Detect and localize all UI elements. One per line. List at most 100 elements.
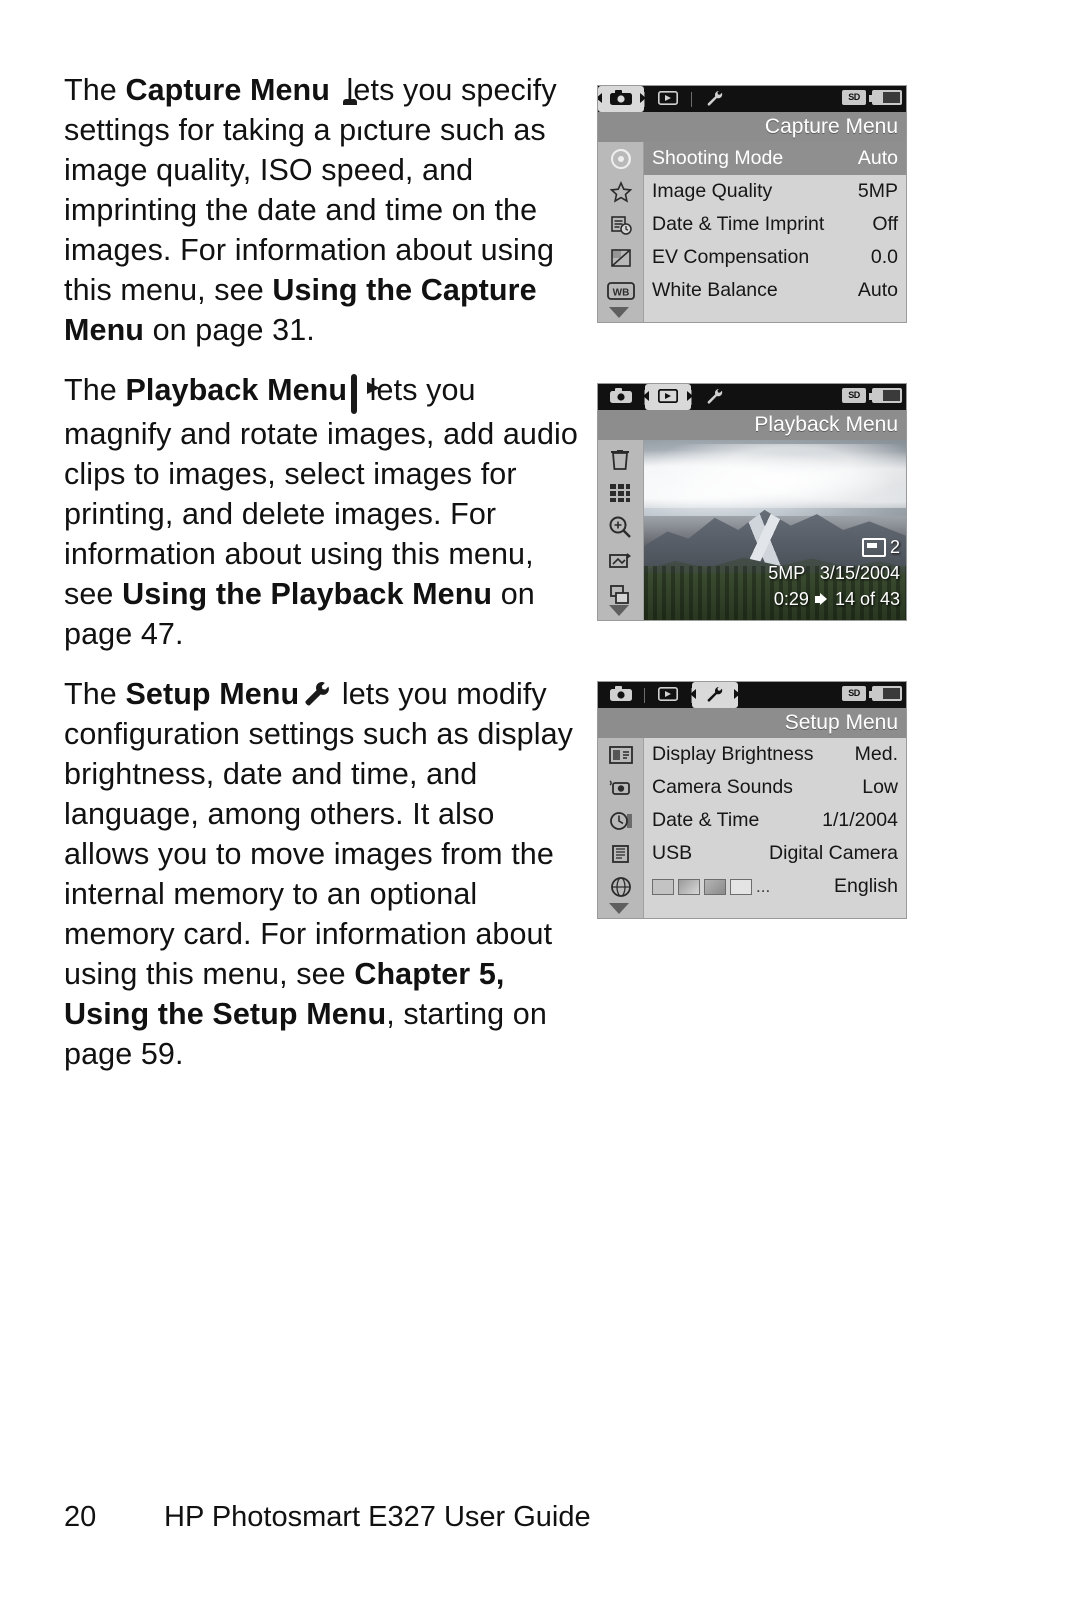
menu-item-value: Off <box>872 213 898 235</box>
playback-menu-title: Playback Menu <box>598 410 906 440</box>
language-sample-icon <box>704 878 726 895</box>
page-number: 20 <box>64 1501 97 1533</box>
battery-icon <box>869 90 902 105</box>
menu-item-label: Shooting Mode <box>652 147 784 169</box>
menu-item-label: EV Compensation <box>652 246 810 268</box>
image-info-overlay: 5MP 3/15/2004 <box>768 563 900 584</box>
camera-tab-icon <box>610 686 632 704</box>
sd-card-icon: SD <box>842 686 866 701</box>
menu-item-value: Auto <box>857 279 898 301</box>
tab-setup[interactable] <box>692 86 738 112</box>
menu-item-label: Date & Time Imprint <box>652 213 825 235</box>
scroll-down-icon[interactable] <box>609 605 629 616</box>
menu-item-value: Auto <box>857 147 898 169</box>
scroll-down-icon[interactable] <box>609 307 629 318</box>
menu-item-value: Low <box>862 776 898 798</box>
menu-item-shooting-mode[interactable]: Shooting Mode Auto <box>611 142 906 175</box>
paragraph-setup-menu: The Setup Menu lets you modify configura… <box>64 674 584 1074</box>
print-count: 2 <box>889 537 900 557</box>
capture-menu-list: Shooting Mode Auto Image Quality 5MP Dat… <box>607 142 906 322</box>
rotate-icon[interactable] <box>607 548 633 579</box>
text-fragment: lets you specify settings for taking a p… <box>64 73 557 307</box>
svg-text:WB: WB <box>613 287 630 298</box>
scroll-down-icon[interactable] <box>609 903 629 914</box>
thumbnails-icon[interactable] <box>607 480 633 511</box>
wrench-tab-icon <box>706 89 724 109</box>
capture-menu-title: Capture Menu <box>598 112 906 142</box>
star-icon <box>606 179 636 205</box>
text-fragment: lets you modify configuration settings s… <box>64 677 574 991</box>
menu-item-label: White Balance <box>652 279 778 301</box>
usb-icon <box>606 841 636 867</box>
menu-item-value: Med. <box>854 743 898 765</box>
menu-item-label: USB <box>652 842 693 864</box>
tab-capture[interactable] <box>598 86 646 112</box>
bold-using-playback-menu: Using the Playback Menu <box>122 577 493 611</box>
menu-item-white-balance[interactable]: WB White Balance Auto <box>607 274 906 307</box>
print-icon <box>861 538 886 557</box>
battery-icon <box>869 388 902 403</box>
menu-item-value: English <box>834 875 898 897</box>
capture-tab-bar: SD <box>598 86 906 112</box>
playback-tab-bar: SD <box>598 384 906 410</box>
tab-playback[interactable] <box>645 682 691 708</box>
bold-playback-menu: Playback Menu <box>125 373 348 407</box>
tab-capture[interactable] <box>598 682 644 708</box>
menu-item-image-quality[interactable]: Image Quality 5MP <box>609 175 906 208</box>
tab-setup[interactable] <box>690 682 740 708</box>
magnify-icon[interactable] <box>607 514 633 545</box>
menu-item-label: Date & Time <box>652 809 760 831</box>
tab-capture[interactable] <box>598 384 644 410</box>
paragraph-capture-menu: The Capture Menu lets you specify settin… <box>64 70 584 350</box>
menu-item-display-brightness[interactable]: Display Brightness Med. <box>609 738 906 771</box>
playback-tab-icon <box>657 388 679 406</box>
bold-setup-menu: Setup Menu <box>125 677 300 711</box>
menu-item-usb[interactable]: USB Digital Camera <box>612 837 906 870</box>
language-sample-icon <box>730 878 752 895</box>
audio-counter-overlay: 0:29 14 of 43 <box>774 589 900 610</box>
menu-item-date-time-imprint[interactable]: Date & Time Imprint Off <box>611 208 906 241</box>
speaker-icon <box>814 593 829 606</box>
image-counter: 14 of 43 <box>834 589 900 609</box>
text-fragment: lets you magnify and rotate images, add … <box>64 373 578 611</box>
text-fragment: on page 31. <box>144 313 315 347</box>
playback-preview-image[interactable]: 2 5MP 3/15/2004 0:29 14 of 43 <box>644 440 906 620</box>
setup-menu-title: Setup Menu <box>598 708 906 738</box>
ellipsis: ... <box>756 876 771 896</box>
playback-icon <box>351 374 358 414</box>
page-footer: 20 HP Photosmart E327 User Guide <box>64 1501 591 1534</box>
tab-playback[interactable] <box>643 384 693 410</box>
playback-tab-icon <box>658 90 678 108</box>
document-page: The Capture Menu lets you specify settin… <box>0 0 1080 1620</box>
paragraph-playback-menu: The Playback Menu lets you magnify and r… <box>64 370 584 654</box>
bold-capture-menu: Capture Menu <box>125 73 330 107</box>
language-sample-icon <box>678 878 700 895</box>
menu-item-ev-compensation[interactable]: EV Compensation 0.0 <box>611 241 906 274</box>
resolution-label: 5MP <box>768 563 805 583</box>
playback-menu-screen: SD Playback Menu 2 5MP 3/15/2004 0:29 14… <box>597 383 907 621</box>
date-time-imprint-icon <box>606 212 636 238</box>
display-brightness-icon <box>606 742 636 768</box>
wrench-icon <box>303 680 330 708</box>
sd-card-icon: SD <box>842 388 866 403</box>
menu-item-label: Image Quality <box>652 180 773 202</box>
text-fragment: The <box>64 373 126 407</box>
tab-playback[interactable] <box>645 86 691 112</box>
trash-icon[interactable] <box>607 446 633 477</box>
audio-length: 0:29 <box>773 589 809 609</box>
setup-menu-screen: SD Setup Menu Display Brightness Med. Ca… <box>597 681 907 919</box>
date-time-icon <box>606 808 636 834</box>
menu-item-camera-sounds[interactable]: Camera Sounds Low <box>609 771 906 804</box>
footer-text: HP Photosmart E327 User Guide <box>164 1501 591 1533</box>
photo-clouds <box>644 443 906 509</box>
menu-item-value: 5MP <box>857 180 898 202</box>
capture-menu-screen: SD Capture Menu Shooting Mode Auto Image… <box>597 85 907 323</box>
setup-status-indicators: SD <box>842 686 902 701</box>
tab-setup[interactable] <box>692 384 738 410</box>
sd-card-icon: SD <box>842 90 866 105</box>
menu-item-language[interactable]: ... English <box>611 870 906 903</box>
wrench-tab-icon <box>706 685 724 705</box>
ev-compensation-icon <box>606 245 636 271</box>
menu-item-date-time[interactable]: Date & Time 1/1/2004 <box>610 804 906 837</box>
menu-item-value: 0.0 <box>870 246 898 268</box>
